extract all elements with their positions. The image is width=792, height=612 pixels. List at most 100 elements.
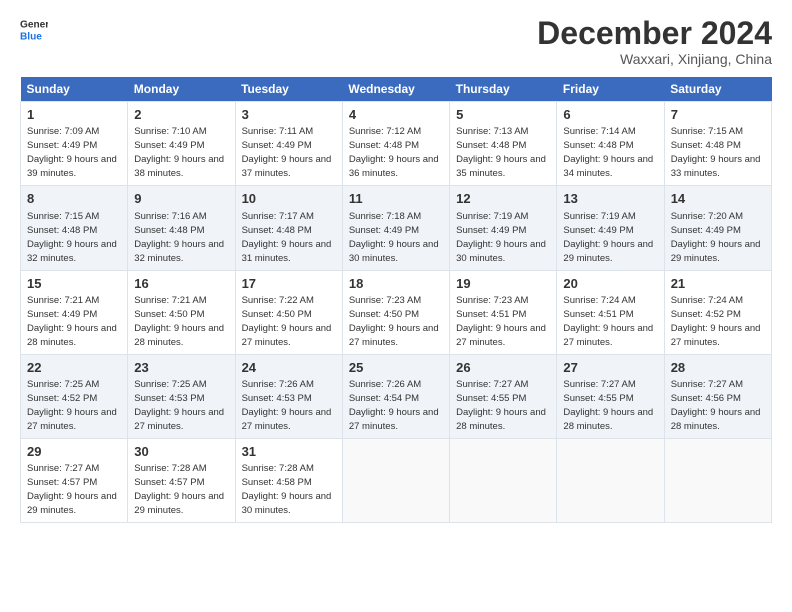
- title-block: December 2024 Waxxari, Xinjiang, China: [537, 16, 772, 67]
- calendar-cell: 21 Sunrise: 7:24 AMSunset: 4:52 PMDaylig…: [664, 270, 771, 354]
- header-monday: Monday: [128, 77, 235, 102]
- cell-content: Sunrise: 7:22 AMSunset: 4:50 PMDaylight:…: [242, 295, 332, 348]
- day-number: 7: [671, 106, 765, 124]
- calendar-table: SundayMondayTuesdayWednesdayThursdayFrid…: [20, 77, 772, 523]
- calendar-cell: 12 Sunrise: 7:19 AMSunset: 4:49 PMDaylig…: [450, 186, 557, 270]
- day-number: 2: [134, 106, 228, 124]
- logo-icon: General Blue: [20, 16, 48, 44]
- cell-content: Sunrise: 7:27 AMSunset: 4:56 PMDaylight:…: [671, 379, 761, 432]
- subtitle: Waxxari, Xinjiang, China: [537, 51, 772, 67]
- week-row-3: 15 Sunrise: 7:21 AMSunset: 4:49 PMDaylig…: [21, 270, 772, 354]
- calendar-cell: 7 Sunrise: 7:15 AMSunset: 4:48 PMDayligh…: [664, 102, 771, 186]
- calendar-cell: 24 Sunrise: 7:26 AMSunset: 4:53 PMDaylig…: [235, 354, 342, 438]
- cell-content: Sunrise: 7:21 AMSunset: 4:50 PMDaylight:…: [134, 295, 224, 348]
- calendar-cell: 30 Sunrise: 7:28 AMSunset: 4:57 PMDaylig…: [128, 438, 235, 522]
- day-number: 1: [27, 106, 121, 124]
- day-number: 24: [242, 359, 336, 377]
- day-number: 31: [242, 443, 336, 461]
- week-row-1: 1 Sunrise: 7:09 AMSunset: 4:49 PMDayligh…: [21, 102, 772, 186]
- calendar-cell: 15 Sunrise: 7:21 AMSunset: 4:49 PMDaylig…: [21, 270, 128, 354]
- cell-content: Sunrise: 7:11 AMSunset: 4:49 PMDaylight:…: [242, 126, 332, 179]
- calendar-cell: 14 Sunrise: 7:20 AMSunset: 4:49 PMDaylig…: [664, 186, 771, 270]
- cell-content: Sunrise: 7:26 AMSunset: 4:54 PMDaylight:…: [349, 379, 439, 432]
- day-number: 10: [242, 190, 336, 208]
- calendar-cell: [450, 438, 557, 522]
- cell-content: Sunrise: 7:28 AMSunset: 4:57 PMDaylight:…: [134, 463, 224, 516]
- cell-content: Sunrise: 7:24 AMSunset: 4:51 PMDaylight:…: [563, 295, 653, 348]
- cell-content: Sunrise: 7:25 AMSunset: 4:52 PMDaylight:…: [27, 379, 117, 432]
- day-number: 19: [456, 275, 550, 293]
- cell-content: Sunrise: 7:23 AMSunset: 4:51 PMDaylight:…: [456, 295, 546, 348]
- page: General Blue December 2024 Waxxari, Xinj…: [0, 0, 792, 612]
- cell-content: Sunrise: 7:17 AMSunset: 4:48 PMDaylight:…: [242, 211, 332, 264]
- day-number: 29: [27, 443, 121, 461]
- header: General Blue December 2024 Waxxari, Xinj…: [20, 16, 772, 67]
- cell-content: Sunrise: 7:16 AMSunset: 4:48 PMDaylight:…: [134, 211, 224, 264]
- day-number: 18: [349, 275, 443, 293]
- header-wednesday: Wednesday: [342, 77, 449, 102]
- calendar-cell: 22 Sunrise: 7:25 AMSunset: 4:52 PMDaylig…: [21, 354, 128, 438]
- svg-text:Blue: Blue: [20, 31, 42, 42]
- calendar-cell: 3 Sunrise: 7:11 AMSunset: 4:49 PMDayligh…: [235, 102, 342, 186]
- day-number: 4: [349, 106, 443, 124]
- week-row-5: 29 Sunrise: 7:27 AMSunset: 4:57 PMDaylig…: [21, 438, 772, 522]
- cell-content: Sunrise: 7:19 AMSunset: 4:49 PMDaylight:…: [456, 211, 546, 264]
- calendar-cell: 18 Sunrise: 7:23 AMSunset: 4:50 PMDaylig…: [342, 270, 449, 354]
- calendar-cell: 8 Sunrise: 7:15 AMSunset: 4:48 PMDayligh…: [21, 186, 128, 270]
- cell-content: Sunrise: 7:27 AMSunset: 4:57 PMDaylight:…: [27, 463, 117, 516]
- logo: General Blue: [20, 16, 48, 44]
- day-number: 12: [456, 190, 550, 208]
- cell-content: Sunrise: 7:10 AMSunset: 4:49 PMDaylight:…: [134, 126, 224, 179]
- calendar-cell: 11 Sunrise: 7:18 AMSunset: 4:49 PMDaylig…: [342, 186, 449, 270]
- calendar-cell: 9 Sunrise: 7:16 AMSunset: 4:48 PMDayligh…: [128, 186, 235, 270]
- calendar-cell: 23 Sunrise: 7:25 AMSunset: 4:53 PMDaylig…: [128, 354, 235, 438]
- header-tuesday: Tuesday: [235, 77, 342, 102]
- day-number: 8: [27, 190, 121, 208]
- day-number: 23: [134, 359, 228, 377]
- header-sunday: Sunday: [21, 77, 128, 102]
- calendar-cell: 20 Sunrise: 7:24 AMSunset: 4:51 PMDaylig…: [557, 270, 664, 354]
- cell-content: Sunrise: 7:13 AMSunset: 4:48 PMDaylight:…: [456, 126, 546, 179]
- cell-content: Sunrise: 7:21 AMSunset: 4:49 PMDaylight:…: [27, 295, 117, 348]
- header-row: SundayMondayTuesdayWednesdayThursdayFrid…: [21, 77, 772, 102]
- cell-content: Sunrise: 7:26 AMSunset: 4:53 PMDaylight:…: [242, 379, 332, 432]
- calendar-cell: 27 Sunrise: 7:27 AMSunset: 4:55 PMDaylig…: [557, 354, 664, 438]
- header-friday: Friday: [557, 77, 664, 102]
- day-number: 30: [134, 443, 228, 461]
- day-number: 27: [563, 359, 657, 377]
- day-number: 25: [349, 359, 443, 377]
- day-number: 11: [349, 190, 443, 208]
- header-saturday: Saturday: [664, 77, 771, 102]
- day-number: 17: [242, 275, 336, 293]
- cell-content: Sunrise: 7:09 AMSunset: 4:49 PMDaylight:…: [27, 126, 117, 179]
- day-number: 22: [27, 359, 121, 377]
- calendar-cell: 28 Sunrise: 7:27 AMSunset: 4:56 PMDaylig…: [664, 354, 771, 438]
- cell-content: Sunrise: 7:18 AMSunset: 4:49 PMDaylight:…: [349, 211, 439, 264]
- cell-content: Sunrise: 7:12 AMSunset: 4:48 PMDaylight:…: [349, 126, 439, 179]
- day-number: 3: [242, 106, 336, 124]
- day-number: 6: [563, 106, 657, 124]
- cell-content: Sunrise: 7:27 AMSunset: 4:55 PMDaylight:…: [563, 379, 653, 432]
- day-number: 28: [671, 359, 765, 377]
- day-number: 13: [563, 190, 657, 208]
- header-thursday: Thursday: [450, 77, 557, 102]
- calendar-cell: [342, 438, 449, 522]
- day-number: 16: [134, 275, 228, 293]
- calendar-cell: 25 Sunrise: 7:26 AMSunset: 4:54 PMDaylig…: [342, 354, 449, 438]
- calendar-cell: 26 Sunrise: 7:27 AMSunset: 4:55 PMDaylig…: [450, 354, 557, 438]
- calendar-cell: 19 Sunrise: 7:23 AMSunset: 4:51 PMDaylig…: [450, 270, 557, 354]
- calendar-cell: 31 Sunrise: 7:28 AMSunset: 4:58 PMDaylig…: [235, 438, 342, 522]
- cell-content: Sunrise: 7:25 AMSunset: 4:53 PMDaylight:…: [134, 379, 224, 432]
- cell-content: Sunrise: 7:19 AMSunset: 4:49 PMDaylight:…: [563, 211, 653, 264]
- calendar-cell: 5 Sunrise: 7:13 AMSunset: 4:48 PMDayligh…: [450, 102, 557, 186]
- day-number: 21: [671, 275, 765, 293]
- calendar-cell: 1 Sunrise: 7:09 AMSunset: 4:49 PMDayligh…: [21, 102, 128, 186]
- calendar-cell: 10 Sunrise: 7:17 AMSunset: 4:48 PMDaylig…: [235, 186, 342, 270]
- cell-content: Sunrise: 7:28 AMSunset: 4:58 PMDaylight:…: [242, 463, 332, 516]
- week-row-4: 22 Sunrise: 7:25 AMSunset: 4:52 PMDaylig…: [21, 354, 772, 438]
- week-row-2: 8 Sunrise: 7:15 AMSunset: 4:48 PMDayligh…: [21, 186, 772, 270]
- calendar-cell: 4 Sunrise: 7:12 AMSunset: 4:48 PMDayligh…: [342, 102, 449, 186]
- day-number: 15: [27, 275, 121, 293]
- calendar-cell: [664, 438, 771, 522]
- cell-content: Sunrise: 7:20 AMSunset: 4:49 PMDaylight:…: [671, 211, 761, 264]
